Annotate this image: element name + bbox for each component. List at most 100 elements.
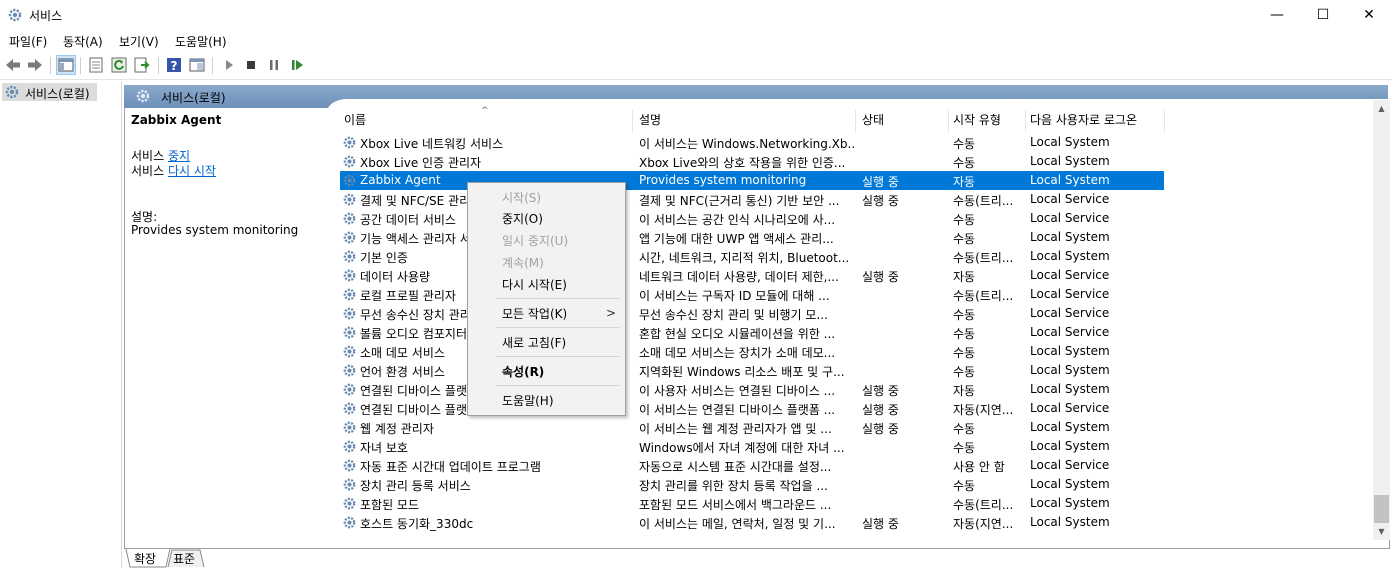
service-name: Xbox Live 인증 관리자: [360, 156, 482, 170]
service-logon-as: Local Service: [1030, 401, 1110, 415]
scroll-down-icon[interactable]: ▼: [1373, 523, 1390, 540]
table-row[interactable]: 데이터 사용량 네트워크 데이터 사용량, 데이터 제한,... 실행 중 자동 Loc…: [340, 266, 1164, 285]
service-description: 앱 기능에 대한 UWP 앱 액세스 관리...: [639, 232, 834, 246]
forward-icon[interactable]: [26, 56, 44, 74]
table-row[interactable]: 포함된 모드 포함된 모드 서비스에서 백그라운드 ... 수동(트리... Loca…: [340, 494, 1164, 513]
service-gear-icon: [342, 287, 357, 302]
menu-view[interactable]: 보기(V): [119, 33, 159, 50]
service-startup-type: 사용 안 함: [953, 460, 1005, 474]
menu-action[interactable]: 동작(A): [63, 33, 103, 50]
menu-item-stop[interactable]: 중지(O): [502, 210, 543, 227]
table-row[interactable]: 로컬 프로필 관리자 이 서비스는 구독자 ID 모듈에 대해 ... 수동(트리.…: [340, 285, 1164, 304]
service-startup-type: 수동: [953, 441, 976, 455]
table-row[interactable]: 자녀 보호 Windows에서 자녀 계정에 대한 자녀 ... 수동 Local S…: [340, 437, 1164, 456]
service-name: 웹 계정 관리자: [360, 422, 434, 436]
column-header-name[interactable]: 이름: [340, 110, 633, 132]
service-description: Provides system monitoring: [639, 173, 807, 187]
table-row[interactable]: 호스트 동기화_330dc 이 서비스는 메일, 연락처, 일정 및 기... 실행…: [340, 513, 1164, 532]
back-icon[interactable]: [4, 56, 22, 74]
service-name: 포함된 모드: [360, 498, 420, 512]
service-status: 실행 중: [862, 194, 899, 208]
table-row[interactable]: Xbox Live 인증 관리자 Xbox Live와의 상호 작용을 위한 인증…: [340, 152, 1164, 171]
tree-item-services-local[interactable]: 서비스(로컬): [2, 83, 97, 101]
service-logon-as: Local System: [1030, 173, 1110, 187]
menu-item-help[interactable]: 도움말(H): [502, 392, 554, 409]
start-service-icon[interactable]: [220, 56, 238, 74]
table-row[interactable]: 기능 액세스 관리자 서비스 앱 기능에 대한 UWP 앱 액세스 관리... 수동…: [340, 228, 1164, 247]
service-description: 이 서비스는 Windows.Networking.Xb...: [639, 137, 854, 151]
tab-extended[interactable]: 확장: [134, 550, 156, 567]
stop-service-link[interactable]: 중지: [168, 149, 190, 163]
view-icon[interactable]: [188, 56, 206, 74]
service-logon-as: Local System: [1030, 477, 1110, 491]
service-logon-as: Local Service: [1030, 211, 1110, 225]
minimize-button[interactable]: —: [1254, 0, 1300, 30]
menu-file[interactable]: 파일(F): [9, 33, 47, 50]
service-gear-icon: [342, 173, 357, 188]
pause-service-icon[interactable]: [265, 56, 283, 74]
selected-service-name: Zabbix Agent: [131, 113, 222, 127]
service-logon-as: Local Service: [1030, 287, 1110, 301]
stop-service-icon[interactable]: [242, 56, 260, 74]
table-row[interactable]: 결제 및 NFC/SE 관리자 결제 및 NFC(근거리 통신) 기반 보안 ..…: [340, 190, 1164, 209]
service-startup-type: 수동: [953, 422, 976, 436]
table-row[interactable]: 연결된 디바이스 플랫폼 이 서비스는 연결된 디바이스 플랫폼 ... 실행 중자…: [340, 399, 1164, 418]
table-row[interactable]: Zabbix Agent Provides system monitoring 실행…: [340, 171, 1164, 190]
restart-service-icon[interactable]: [288, 56, 306, 74]
menu-item-pause[interactable]: 일시 중지(U): [502, 232, 568, 249]
service-startup-type: 수동(트리...: [953, 498, 1014, 512]
service-description: 소매 데모 서비스는 장치가 소매 데모...: [639, 346, 836, 360]
console-tree: 서비스(로컬): [0, 81, 122, 568]
table-row[interactable]: 볼륨 오디오 컴포지터 혼합 현실 오디오 시뮬레이션을 위한 ... 수동 Loca…: [340, 323, 1164, 342]
table-row[interactable]: 기본 인증 시간, 네트워크, 지리적 위치, Bluetoot... 수동(트리.…: [340, 247, 1164, 266]
table-row[interactable]: 장치 관리 등록 서비스 장치 관리를 위한 장치 등록 작업을 ... 수동 Loc…: [340, 475, 1164, 494]
menu-item-all-tasks[interactable]: 모든 작업(K): [502, 305, 567, 322]
scrollbar-thumb[interactable]: [1374, 495, 1389, 523]
service-description: Windows에서 자녀 계정에 대한 자녀 ...: [639, 441, 845, 455]
service-gear-icon: [342, 230, 357, 245]
table-row[interactable]: 언어 환경 서비스 지역화된 Windows 리소스 배포 및 구... 수동 Loc…: [340, 361, 1164, 380]
console-tree-icon[interactable]: [56, 55, 76, 75]
table-row[interactable]: 공간 데이터 서비스 이 서비스는 공간 인식 시나리오에 사... 수동 Local…: [340, 209, 1164, 228]
service-gear-icon: [342, 249, 357, 264]
close-button[interactable]: ✕: [1346, 0, 1392, 30]
column-header-startup-type[interactable]: 시작 유형: [949, 110, 1026, 132]
menu-item-restart[interactable]: 다시 시작(E): [502, 276, 567, 293]
service-gear-icon: [342, 515, 357, 530]
service-description: 이 사용자 서비스는 연결된 디바이스 ...: [639, 384, 836, 398]
service-gear-icon: [342, 458, 357, 473]
menu-item-properties[interactable]: 속성(R): [502, 363, 544, 380]
properties-icon[interactable]: [87, 56, 105, 74]
menu-help[interactable]: 도움말(H): [175, 33, 227, 50]
table-row[interactable]: 웹 계정 관리자 이 서비스는 웹 계정 관리자가 앱 및 ... 실행 중 수동 Lo…: [340, 418, 1164, 437]
restart-service-link[interactable]: 다시 시작: [168, 164, 216, 178]
export-icon[interactable]: [133, 56, 151, 74]
service-description: 장치 관리를 위한 장치 등록 작업을 ...: [639, 479, 828, 493]
table-row[interactable]: Xbox Live 네트워킹 서비스 이 서비스는 Windows.Network…: [340, 133, 1164, 152]
service-startup-type: 수동(트리...: [953, 251, 1014, 265]
menu-item-start[interactable]: 시작(S): [502, 189, 541, 206]
service-startup-type: 수동: [953, 232, 976, 246]
menu-item-refresh[interactable]: 새로 고침(F): [502, 334, 566, 351]
vertical-scrollbar[interactable]: ▲ ▼: [1373, 100, 1390, 540]
service-description: 무선 송수신 장치 관리 및 비행기 모...: [639, 308, 828, 322]
maximize-button[interactable]: ☐: [1300, 0, 1346, 30]
minimize-icon: —: [1270, 7, 1284, 23]
table-row[interactable]: 연결된 디바이스 플랫폼 이 사용자 서비스는 연결된 디바이스 ... 실행 중자…: [340, 380, 1164, 399]
services-gear-icon: [4, 84, 20, 100]
help-icon[interactable]: ?: [165, 56, 183, 74]
menu-item-resume[interactable]: 계속(M): [502, 254, 544, 271]
close-icon: ✕: [1363, 7, 1375, 23]
scroll-up-icon[interactable]: ▲: [1373, 100, 1390, 117]
tree-item-label: 서비스(로컬): [25, 87, 90, 101]
refresh-icon[interactable]: [110, 56, 128, 74]
table-row[interactable]: 자동 표준 시간대 업데이트 프로그램 자동으로 시스템 표준 시간대를 설정..…: [340, 456, 1164, 475]
column-header-logon-as[interactable]: 다음 사용자로 로그온: [1026, 110, 1165, 132]
table-row[interactable]: 무선 송수신 장치 관리 서비스 무선 송수신 장치 관리 및 비행기 모... 수…: [340, 304, 1164, 323]
service-startup-type: 수동: [953, 479, 976, 493]
tab-standard[interactable]: 표준: [173, 550, 195, 567]
table-row[interactable]: 소매 데모 서비스 소매 데모 서비스는 장치가 소매 데모... 수동 Local …: [340, 342, 1164, 361]
column-header-status[interactable]: 상태: [858, 110, 949, 132]
column-header-description[interactable]: 설명: [635, 110, 856, 132]
service-gear-icon: [342, 192, 357, 207]
